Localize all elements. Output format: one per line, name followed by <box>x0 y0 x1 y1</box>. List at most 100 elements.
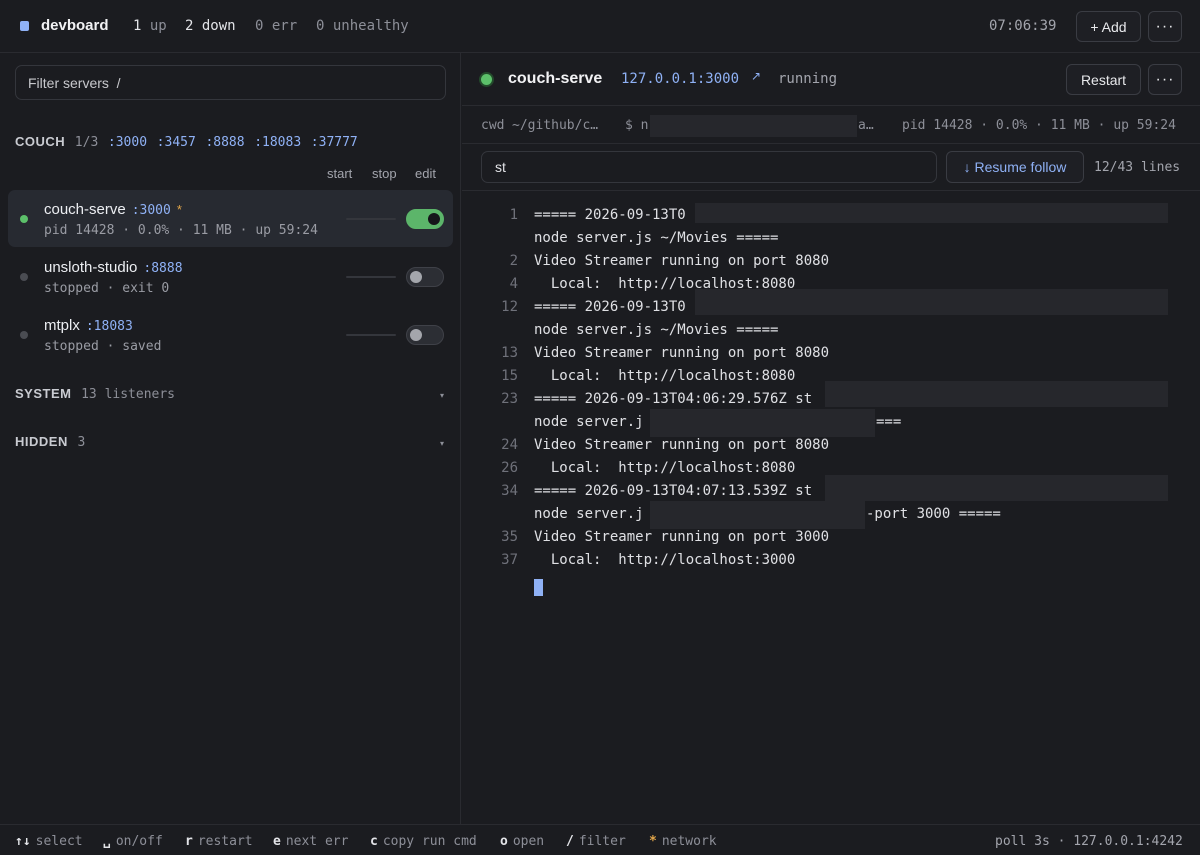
log-line: 37 Local: http://localhost:3000 <box>462 552 1200 574</box>
group-port[interactable]: :8888 <box>205 135 244 150</box>
external-link-icon[interactable]: ↗ <box>751 69 761 83</box>
column-edit[interactable]: edit <box>415 166 436 181</box>
line-text: ===== 2026-09-13T04:07:13.539Z st <box>534 483 813 499</box>
detail-more-button[interactable]: ··· <box>1148 64 1182 95</box>
line-count: 12/43 lines <box>1094 160 1181 175</box>
log-search-row: ↓ Resume follow 12/43 lines <box>462 144 1200 191</box>
line-text: node server.j <box>534 506 644 522</box>
group-header-couch[interactable]: COUCH 1/3 :3000 :3457 :8888 :18083 :3777… <box>15 134 358 150</box>
stat-up-label: up <box>149 18 167 34</box>
server-name: unsloth-studio <box>44 259 138 276</box>
group-port[interactable]: :37777 <box>311 135 358 150</box>
server-toggle[interactable] <box>406 325 444 345</box>
line-text: Local: http://localhost:8080 <box>534 368 796 384</box>
hint-filter: / filter <box>566 834 626 849</box>
top-more-button[interactable]: ··· <box>1148 11 1182 42</box>
status-dot-stopped <box>20 331 28 339</box>
command-tail: a… <box>858 118 874 133</box>
group-count: 13 listeners <box>81 387 176 402</box>
process-info-bar: cwd ~/github/c… $ n a… pid 14428 · 0.0% … <box>462 106 1200 144</box>
stat-unhealthy: 0 unhealthy <box>316 18 409 34</box>
column-start[interactable]: start <box>327 166 352 181</box>
server-toggle[interactable] <box>406 267 444 287</box>
column-stop[interactable]: stop <box>372 166 397 181</box>
chevron-down-icon[interactable]: ▾ <box>440 439 444 448</box>
server-row-mtplx[interactable]: mtplx:18083 stopped · saved <box>8 306 453 363</box>
stat-down-count: 2 <box>185 18 194 34</box>
line-text: Video Streamer running on port 8080 <box>534 437 830 453</box>
server-row-unsloth-studio[interactable]: unsloth-studio:8888 stopped · exit 0 <box>8 248 453 305</box>
group-count: 1/3 <box>74 135 99 150</box>
log-view[interactable]: 1 ===== 2026-09-13T0 node server.js ~/Mov… <box>462 203 1200 823</box>
line-number: 2 <box>509 253 518 269</box>
status-dot-running <box>20 215 28 223</box>
hint-key: ↑↓ <box>15 834 31 849</box>
hint-select: ↑↓ select <box>15 834 83 849</box>
group-name: SYSTEM <box>15 386 72 401</box>
stat-err: 0 err <box>255 18 297 34</box>
top-bar: devboard 1 up 2 down 0 err 0 unhealthy 0… <box>0 0 1200 53</box>
cwd-path: ~/github/c… <box>512 118 599 133</box>
line-text: ===== 2026-09-13T04:06:29.576Z st <box>534 391 813 407</box>
hint-key: / <box>566 834 574 849</box>
resume-follow-button[interactable]: ↓ Resume follow <box>946 151 1084 183</box>
line-text: Local: http://localhost:3000 <box>534 552 796 568</box>
group-port[interactable]: :3000 <box>108 135 147 150</box>
status-dot-stopped <box>20 273 28 281</box>
log-line: 24 Video Streamer running on port 8080 <box>462 437 1200 459</box>
log-search-input[interactable] <box>481 151 937 183</box>
server-meta: stopped · saved <box>44 339 162 354</box>
line-text: node server.js ~/Movies ===== <box>534 322 779 338</box>
network-star-icon: * <box>176 202 182 217</box>
line-text: ===== 2026-09-13T0 <box>534 299 686 315</box>
line-text: ===== 2026-09-13T0 <box>534 207 686 223</box>
keyboard-hints-footer: ↑↓ select ␣ on/off r restart e next err c cop… <box>0 824 1200 855</box>
stat-unhealthy-label: unhealthy <box>332 18 409 34</box>
group-header-hidden[interactable]: HIDDEN 3 <box>15 434 85 450</box>
hint-next-err: e next err <box>273 834 348 849</box>
server-port[interactable]: :3000 <box>132 203 171 218</box>
chevron-down-icon[interactable]: ▾ <box>440 391 444 400</box>
hint-key: r <box>185 834 193 849</box>
server-detail-panel: couch-serve 127.0.0.1:3000 ↗ running Res… <box>462 53 1200 824</box>
hint-key: c <box>370 834 378 849</box>
server-port[interactable]: :8888 <box>143 261 182 276</box>
server-name: couch-serve <box>44 201 126 218</box>
redacted-text <box>650 501 865 529</box>
network-star-icon: * <box>649 834 657 849</box>
stat-down-label: down <box>201 18 236 34</box>
hint-label: open <box>512 834 545 849</box>
group-name: COUCH <box>15 134 66 149</box>
stat-down: 2 down <box>185 18 236 34</box>
line-number: 23 <box>501 391 518 407</box>
hint-network: * network <box>649 834 717 849</box>
hint-open: o open <box>500 834 544 849</box>
redacted-text <box>650 409 875 437</box>
server-address-link[interactable]: 127.0.0.1:3000 <box>621 71 739 87</box>
hint-key: ␣ <box>103 834 111 849</box>
redacted-text <box>695 289 1168 315</box>
group-name: HIDDEN <box>15 434 68 449</box>
poll-status: poll 3s · 127.0.0.1:4242 <box>995 834 1183 849</box>
group-port[interactable]: :18083 <box>254 135 301 150</box>
filter-servers-input[interactable] <box>15 65 446 100</box>
hint-label: copy run cmd <box>382 834 477 849</box>
restart-button[interactable]: Restart <box>1066 64 1141 95</box>
add-server-button[interactable]: + Add <box>1076 11 1141 42</box>
hint-key: e <box>273 834 281 849</box>
server-meta: pid 14428 · 0.0% · 11 MB · up 59:24 <box>44 223 318 238</box>
group-port[interactable]: :3457 <box>157 135 196 150</box>
server-port[interactable]: :18083 <box>86 319 133 334</box>
log-line: 13 Video Streamer running on port 8080 <box>462 345 1200 367</box>
sidebar: COUCH 1/3 :3000 :3457 :8888 :18083 :3777… <box>0 53 461 824</box>
server-row-couch-serve[interactable]: couch-serve :3000 * pid 14428 · 0.0% · 11 … <box>8 190 453 247</box>
hint-key: o <box>500 834 508 849</box>
redacted-text <box>695 203 1168 223</box>
line-text: Video Streamer running on port 3000 <box>534 529 830 545</box>
group-header-system[interactable]: SYSTEM 13 listeners <box>15 386 175 402</box>
server-toggle[interactable] <box>406 209 444 229</box>
detail-status: running <box>778 71 838 87</box>
hint-label: restart <box>197 834 253 849</box>
clock: 07:06:39 <box>989 18 1057 34</box>
cwd-label: cwd <box>481 118 505 133</box>
